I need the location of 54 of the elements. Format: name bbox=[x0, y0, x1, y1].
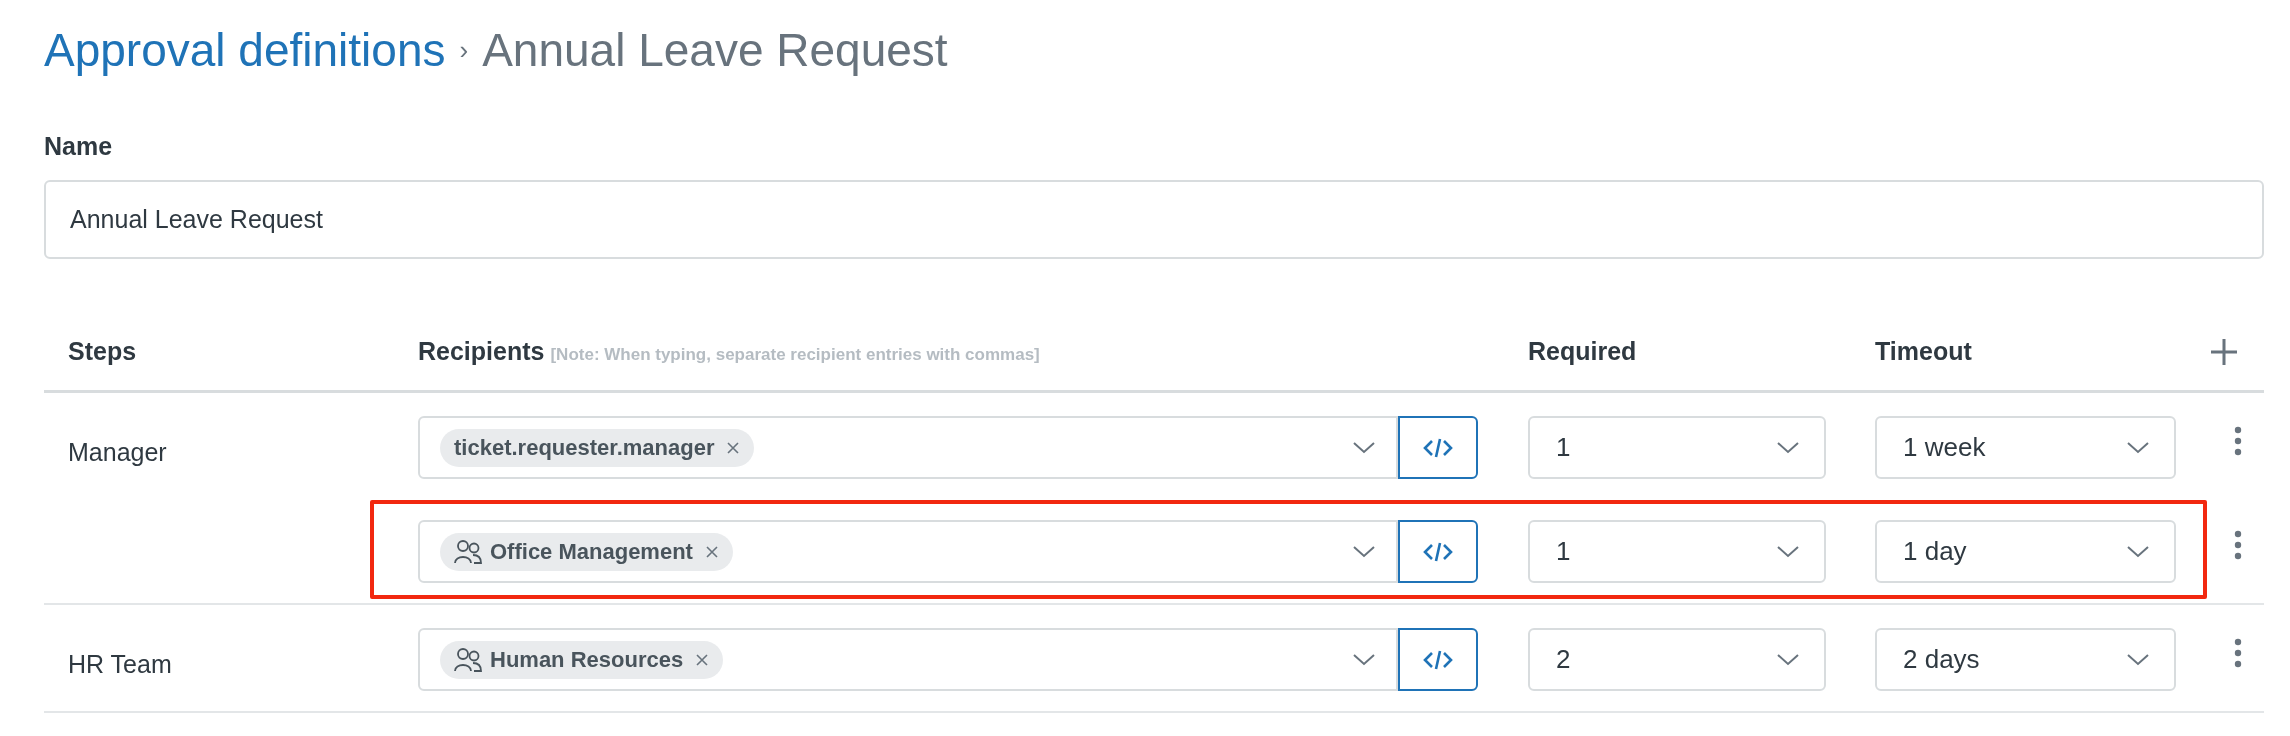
code-button[interactable] bbox=[1398, 628, 1478, 691]
page-title: Annual Leave Request bbox=[482, 23, 948, 77]
column-header: Timeout bbox=[1875, 337, 1973, 366]
select-value: 2 days bbox=[1903, 644, 1980, 675]
tag-label: Human Resources bbox=[490, 646, 684, 673]
chevron-down-icon bbox=[1352, 440, 1376, 455]
timeout-select[interactable]: 1 week bbox=[1875, 416, 2176, 479]
select-value: 1 bbox=[1556, 432, 1571, 463]
code-icon bbox=[1423, 436, 1453, 459]
recipients-note: [Note: When typing, separate recipient entries with commas] bbox=[550, 345, 1040, 365]
name-input-field[interactable]: Annual Leave Request bbox=[44, 180, 2264, 259]
tag-label: Office Management bbox=[490, 538, 693, 565]
select-value: 1 bbox=[1556, 536, 1571, 567]
timeout-select[interactable]: 2 days bbox=[1875, 628, 2176, 691]
more-icon bbox=[2234, 529, 2242, 560]
more-icon bbox=[2234, 637, 2242, 668]
select-value: 1 day bbox=[1903, 536, 1967, 567]
required-select[interactable]: 1 bbox=[1528, 520, 1826, 583]
recipients-field[interactable]: Office Management bbox=[418, 520, 1398, 583]
chevron-down-icon bbox=[1352, 652, 1376, 667]
chevron-down-icon bbox=[1776, 652, 1800, 667]
column-header: Steps bbox=[68, 337, 138, 366]
people-icon bbox=[454, 538, 482, 565]
chevron-down-icon bbox=[2126, 544, 2150, 559]
remove-icon bbox=[695, 652, 710, 667]
code-button[interactable] bbox=[1398, 416, 1478, 479]
column-header: Required bbox=[1528, 337, 1638, 366]
code-icon bbox=[1423, 540, 1453, 563]
chevron-down-icon bbox=[2126, 440, 2150, 455]
chevron-down-icon bbox=[1776, 544, 1800, 559]
more-icon bbox=[2234, 425, 2242, 456]
remove-icon bbox=[704, 544, 719, 559]
breadcrumb-link[interactable]: Approval definitions bbox=[44, 23, 446, 77]
recipients-field[interactable]: ticket.requester.manager bbox=[418, 416, 1398, 479]
chevron-down-icon bbox=[1776, 440, 1800, 455]
field-label: Name bbox=[44, 132, 114, 161]
select-value: 1 week bbox=[1903, 432, 1986, 463]
breadcrumb-separator: › bbox=[459, 34, 469, 66]
step-name: Manager bbox=[68, 437, 168, 468]
people-icon bbox=[454, 646, 482, 673]
add-icon bbox=[2210, 337, 2238, 366]
code-icon bbox=[1423, 648, 1453, 671]
remove-icon bbox=[726, 440, 741, 455]
step-name: HR Team bbox=[68, 649, 173, 680]
chevron-down-icon bbox=[2126, 652, 2150, 667]
code-button[interactable] bbox=[1398, 520, 1478, 583]
recipients-field[interactable]: Human Resources bbox=[418, 628, 1398, 691]
select-value: 2 bbox=[1556, 644, 1571, 675]
column-header: Recipients bbox=[418, 337, 545, 366]
timeout-select[interactable]: 1 day bbox=[1875, 520, 2176, 583]
required-select[interactable]: 2 bbox=[1528, 628, 1826, 691]
chevron-down-icon bbox=[1352, 544, 1376, 559]
tag-label: ticket.requester.manager bbox=[454, 434, 715, 461]
required-select[interactable]: 1 bbox=[1528, 416, 1826, 479]
